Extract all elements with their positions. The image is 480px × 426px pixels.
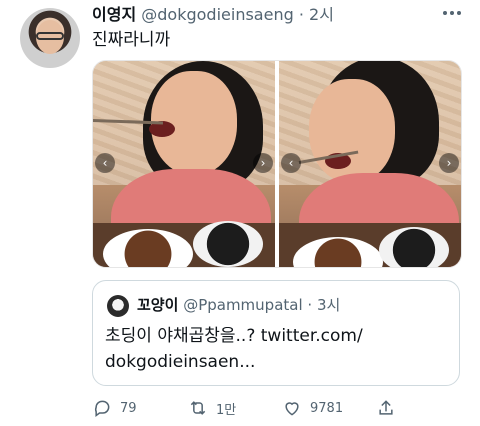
author-avatar[interactable] xyxy=(20,8,80,68)
tweet-text: 진짜라니까 xyxy=(92,30,171,50)
quote-text-line-1: 초딩이 야채곱창을..? twitter.com/ xyxy=(105,326,363,346)
retweet-icon xyxy=(190,401,206,415)
heart-icon xyxy=(285,402,299,416)
chevron-right-icon[interactable]: › xyxy=(439,153,459,173)
retweet-button[interactable]: 1만 xyxy=(188,398,236,418)
separator-dot: · xyxy=(298,5,304,24)
chevron-left-icon[interactable]: ‹ xyxy=(281,153,301,173)
tweet-header: 이영지 @dokgodieinsaeng · 2시 xyxy=(92,3,440,27)
quote-header: 꼬양이 @Ppammupatal · 3시 xyxy=(137,293,340,317)
tweet-time[interactable]: 2시 xyxy=(309,5,334,24)
quote-tweet[interactable]: 꼬양이 @Ppammupatal · 3시 초딩이 야채곱창을..? twitt… xyxy=(92,280,460,386)
quote-time: 3시 xyxy=(316,296,341,314)
media-photo-2[interactable]: ‹ › xyxy=(279,61,461,267)
reply-button[interactable]: 79 xyxy=(92,398,137,418)
like-button[interactable]: 9781 xyxy=(282,398,343,418)
chevron-left-icon[interactable]: ‹ xyxy=(95,153,115,173)
separator-dot: · xyxy=(307,296,313,314)
share-icon xyxy=(379,400,393,415)
quote-author-avatar xyxy=(107,295,129,317)
share-button[interactable] xyxy=(376,398,396,418)
media-photo-1[interactable]: ‹ › xyxy=(93,61,275,267)
author-handle[interactable]: @dokgodieinsaeng xyxy=(141,5,293,24)
retweet-count: 1만 xyxy=(216,402,237,418)
quote-handle: @Ppammupatal xyxy=(183,296,303,314)
more-icon[interactable] xyxy=(440,4,464,22)
reply-icon xyxy=(94,400,110,417)
reply-count: 79 xyxy=(120,400,137,416)
tweet-media: ‹ › ‹ › xyxy=(92,60,462,268)
chevron-right-icon[interactable]: › xyxy=(253,153,273,173)
author-display-name[interactable]: 이영지 xyxy=(92,5,136,24)
quote-text: 초딩이 야채곱창을..? twitter.com/ dokgodieinsaen… xyxy=(105,323,445,375)
like-count: 9781 xyxy=(310,400,344,416)
avatar-glasses xyxy=(36,32,64,40)
quote-display-name: 꼬양이 xyxy=(137,296,179,314)
quote-text-line-2: dokgodieinsaen... xyxy=(105,352,256,372)
action-bar: 79 1만 9781 xyxy=(92,396,412,420)
